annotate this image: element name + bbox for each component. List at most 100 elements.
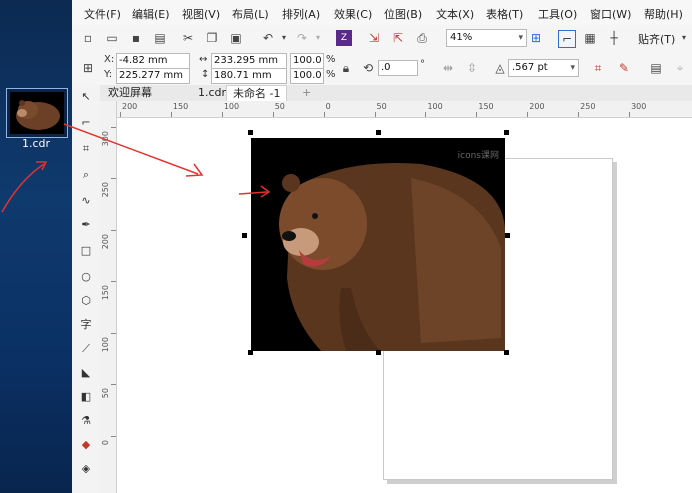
ellipse-tool-icon[interactable]: ○: [78, 269, 94, 285]
menu-file[interactable]: 文件(F): [84, 6, 121, 22]
redo-dropdown-icon[interactable]: ▾: [310, 30, 326, 46]
trace-bitmap-icon[interactable]: ⌗: [590, 60, 606, 76]
width-field[interactable]: 233.295 mm: [211, 53, 287, 69]
eyedropper-tool-icon[interactable]: ⚗: [78, 413, 94, 429]
search-content-icon[interactable]: Z: [336, 30, 352, 46]
crop-icon[interactable]: ⌖: [672, 60, 688, 76]
selection-handle-bl[interactable]: [248, 350, 253, 355]
wrap-text-icon[interactable]: ▤: [648, 60, 664, 76]
menu-text[interactable]: 文本(X): [436, 6, 474, 22]
ruler-h-tick-label: 250: [580, 102, 596, 111]
selection-handle-mr[interactable]: [505, 233, 510, 238]
ruler-h-tick-label: 100: [223, 102, 240, 111]
new-tab-icon[interactable]: +: [296, 85, 317, 101]
publish-pdf-icon[interactable]: ⎙: [414, 30, 430, 46]
x-position-field[interactable]: -4.82 mm: [116, 53, 190, 69]
open-icon[interactable]: ▭: [104, 30, 120, 46]
ruler-h-tick-mark: [323, 112, 325, 117]
menubar: 文件(F) 编辑(E) 视图(V) 布局(L) 排列(A) 效果(C) 位图(B…: [72, 0, 692, 26]
y-position-field[interactable]: 225.277 mm: [116, 68, 190, 84]
outline-width-select[interactable]: .567 pt ▾: [508, 59, 579, 77]
export-icon[interactable]: ⇱: [390, 30, 406, 46]
edit-bitmap-icon[interactable]: ✎: [616, 60, 632, 76]
undo-icon[interactable]: ↶: [260, 30, 276, 46]
ruler-h-tick-mark: [120, 112, 121, 117]
ruler-v-tick-label: 0: [101, 439, 110, 445]
selection-handle-br[interactable]: [504, 350, 509, 355]
ruler-v-tick-label: 250: [101, 182, 110, 198]
ruler-h-tick-label: 50: [376, 102, 387, 111]
desktop-file-icon[interactable]: [6, 88, 68, 138]
shape-tool-icon[interactable]: ⌐: [78, 115, 94, 131]
height-field[interactable]: 180.71 mm: [211, 68, 287, 84]
menu-effects[interactable]: 效果(C): [334, 6, 372, 22]
artistic-media-icon[interactable]: ✒: [78, 217, 94, 233]
vertical-ruler[interactable]: 300 250 200 150 100 50 0: [100, 101, 117, 493]
connector-tool-icon[interactable]: ⟋: [78, 341, 94, 357]
menu-table[interactable]: 表格(T): [486, 6, 523, 22]
fill-tool-icon[interactable]: ◆: [78, 437, 94, 453]
selection-handle-bm[interactable]: [376, 350, 381, 355]
print-icon[interactable]: ▤: [152, 30, 168, 46]
menu-tools[interactable]: 工具(O): [538, 6, 577, 22]
full-screen-icon[interactable]: ⊞: [528, 30, 544, 46]
text-tool-icon[interactable]: 字: [78, 317, 94, 333]
menu-bitmaps[interactable]: 位图(B): [384, 6, 422, 22]
paste-icon[interactable]: ▣: [228, 30, 244, 46]
ruler-v-tick-mark: [111, 435, 116, 437]
mirror-vertical-icon[interactable]: ⇳: [464, 60, 480, 76]
redo-icon[interactable]: ↷: [294, 30, 310, 46]
drawing-canvas[interactable]: icons课网: [117, 118, 692, 493]
undo-dropdown-icon[interactable]: ▾: [276, 30, 292, 46]
zoom-level-select[interactable]: 41% ▾: [446, 29, 527, 47]
menu-window[interactable]: 窗口(W): [590, 6, 631, 22]
new-icon[interactable]: ▫: [80, 30, 96, 46]
lock-ratio-icon[interactable]: 🔒︎: [338, 60, 354, 76]
save-icon[interactable]: ▪: [128, 30, 144, 46]
ruler-v-tick-label: 300: [101, 131, 110, 147]
cut-icon[interactable]: ✂: [180, 30, 196, 46]
ruler-v-tick-label: 200: [101, 233, 110, 250]
ruler-v-tick-mark: [111, 127, 116, 128]
mirror-horizontal-icon[interactable]: ⇹: [440, 60, 456, 76]
horizontal-ruler[interactable]: 200 150 100 50 0 50 100 150 200 250 300: [116, 101, 692, 118]
snap-dropdown-icon[interactable]: ▾: [676, 30, 692, 46]
scale-height-field[interactable]: 100.0: [290, 68, 324, 84]
rotation-field[interactable]: .0: [378, 60, 418, 76]
polygon-tool-icon[interactable]: ⬡: [78, 293, 94, 309]
object-origin-icon[interactable]: ⊞: [80, 60, 96, 76]
ruler-v-tick-label: 100: [101, 336, 110, 352]
menu-arrange[interactable]: 排列(A): [282, 6, 320, 22]
rectangle-tool-icon[interactable]: □: [78, 243, 94, 259]
snap-to-button[interactable]: 贴齐(T): [638, 31, 675, 47]
ruler-h-tick-label: 200: [122, 102, 138, 111]
selection-handle-tl[interactable]: [248, 130, 253, 135]
tab-untitled[interactable]: 未命名 -1: [226, 85, 288, 101]
ruler-h-tick-mark: [527, 112, 529, 117]
freehand-tool-icon[interactable]: ∿: [78, 193, 94, 209]
bear-image[interactable]: icons课网: [251, 138, 505, 351]
selection-handle-ml[interactable]: [242, 233, 247, 238]
interactive-tool-icon[interactable]: ◣: [78, 365, 94, 381]
show-guidelines-icon[interactable]: ┼: [606, 30, 622, 46]
copy-icon[interactable]: ❐: [204, 30, 220, 46]
crop-tool-icon[interactable]: ⌗: [78, 141, 94, 157]
show-grid-icon[interactable]: ▦: [582, 30, 598, 46]
menu-view[interactable]: 视图(V): [182, 6, 220, 22]
menu-help[interactable]: 帮助(H): [644, 6, 683, 22]
zoom-level-value: 41%: [450, 32, 473, 43]
pick-tool-icon[interactable]: ↖: [78, 89, 94, 105]
selection-handle-tm[interactable]: [376, 130, 381, 135]
menu-edit[interactable]: 编辑(E): [132, 6, 170, 22]
selection-handle-tr[interactable]: [504, 130, 509, 135]
transparency-tool-icon[interactable]: ◧: [78, 389, 94, 405]
import-icon[interactable]: ⇲: [366, 30, 382, 46]
tab-welcome[interactable]: 欢迎屏幕: [102, 85, 158, 101]
zoom-tool-icon[interactable]: ⌕: [78, 167, 94, 183]
ruler-h-tick-mark: [629, 112, 631, 117]
smart-fill-icon[interactable]: ◈: [78, 461, 94, 477]
menu-layout[interactable]: 布局(L): [232, 6, 269, 22]
scale-width-field[interactable]: 100.0: [290, 53, 324, 69]
ruler-h-tick-label: 300: [631, 102, 647, 111]
show-rulers-icon[interactable]: ⌐: [558, 30, 576, 48]
